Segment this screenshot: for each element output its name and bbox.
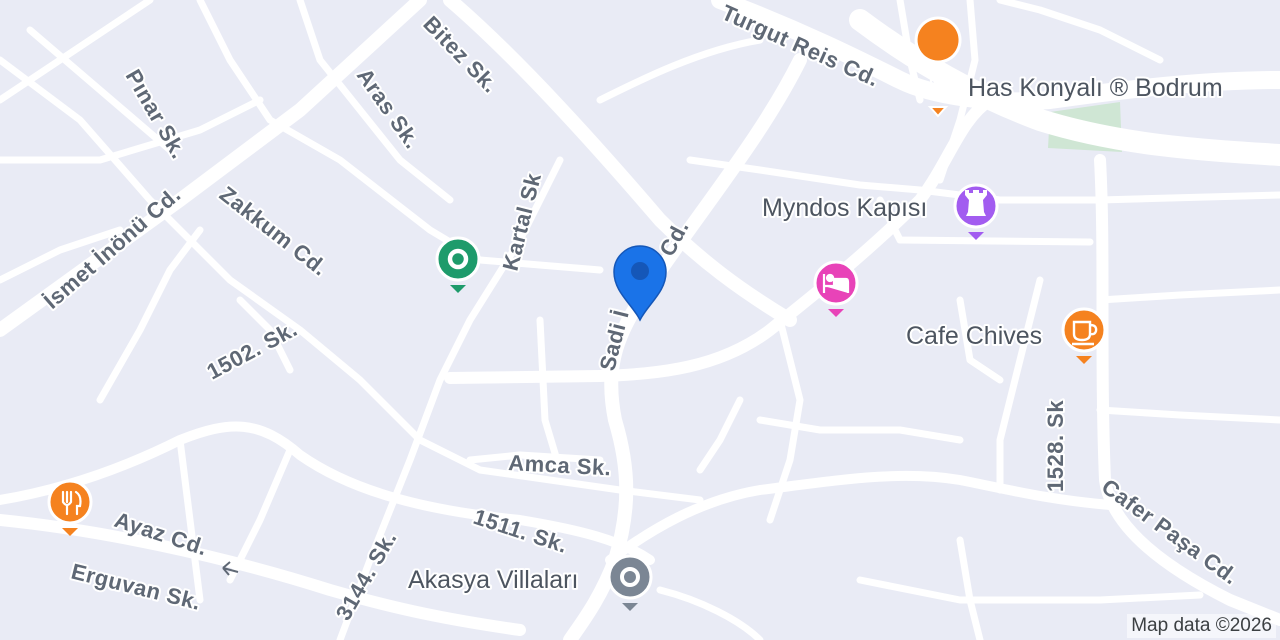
street-label-sadi: Sadi İ xyxy=(595,307,634,373)
map-canvas[interactable]: Turgut Reis Cd. Bitez Sk. Pınar Sk. Aras… xyxy=(0,0,1280,640)
map-svg[interactable]: Turgut Reis Cd. Bitez Sk. Pınar Sk. Aras… xyxy=(0,0,1280,640)
poi-label-has-konyali: Has Konyalı ® Bodrum xyxy=(968,74,1223,102)
street-label-1528: 1528. Sk xyxy=(1043,400,1068,492)
street-label-erguvan: Erguvan Sk. xyxy=(69,559,204,615)
map-attribution: Map data ©2026 xyxy=(1127,614,1276,638)
poi-label-cafe-chives: Cafe Chives xyxy=(906,322,1042,350)
restaurant-icon xyxy=(914,16,962,64)
poi-label-akasya-villalari: Akasya Villaları xyxy=(408,566,578,594)
place-icon xyxy=(607,554,653,600)
poi-akasya-villalari[interactable]: Akasya Villaları xyxy=(406,554,653,611)
street-label-bitez: Bitez Sk. xyxy=(418,11,503,98)
street-label-1502: 1502. Sk. xyxy=(203,316,302,384)
poi-label-myndos-kapisi: Myndos Kapısı xyxy=(762,194,927,222)
poi-cafe-chives[interactable]: Cafe Chives xyxy=(904,307,1107,364)
street-label-ayaz: Ayaz Cd. xyxy=(111,507,210,560)
poi-green-place[interactable] xyxy=(435,236,481,293)
map-pin-icon xyxy=(613,245,667,322)
street-label-zakkum: Zakkum Cd. xyxy=(215,181,333,281)
poi-hotel[interactable] xyxy=(813,260,859,317)
street-label-1511: 1511. Sk. xyxy=(470,504,570,558)
selected-location-pin[interactable] xyxy=(613,245,667,322)
place-icon xyxy=(435,236,481,282)
street-label-kartal: Kartal Sk xyxy=(498,170,546,273)
